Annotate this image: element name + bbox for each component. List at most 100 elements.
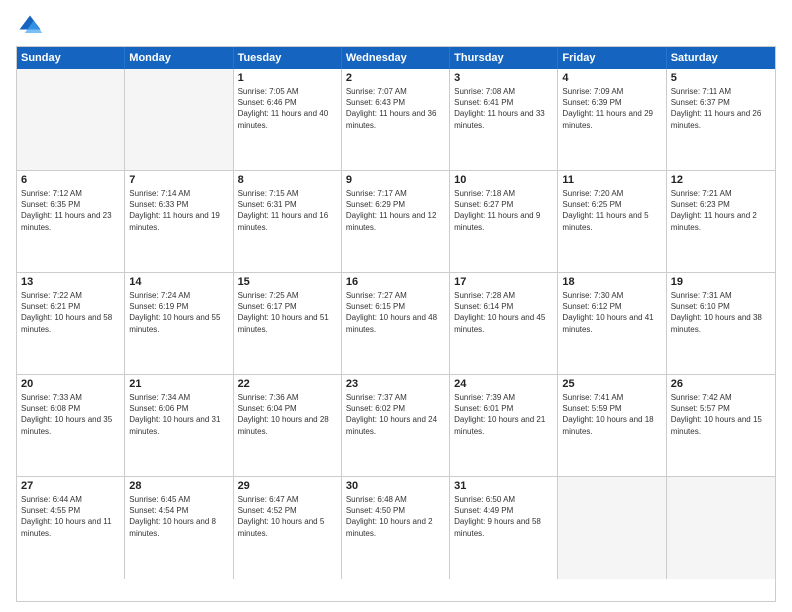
calendar-cell: 12 Sunrise: 7:21 AM Sunset: 6:23 PM Dayli… (667, 171, 775, 272)
weekday-header: Tuesday (234, 47, 342, 69)
calendar-cell: 31Sunrise: 6:50 AM Sunset: 4:49 PM Dayli… (450, 477, 558, 579)
day-number: 22 (238, 378, 337, 390)
day-number: 20 (21, 378, 120, 390)
day-info: Sunrise: 7:33 AM Sunset: 6:08 PM Dayligh… (21, 392, 120, 437)
calendar-header: SundayMondayTuesdayWednesdayThursdayFrid… (17, 47, 775, 69)
day-number: 1 (238, 72, 337, 84)
day-number: 24 (454, 378, 553, 390)
day-number: 9 (346, 174, 445, 186)
calendar-cell: 11 Sunrise: 7:20 AM Sunset: 6:25 PM Dayli… (558, 171, 666, 272)
weekday-header: Saturday (667, 47, 775, 69)
page: SundayMondayTuesdayWednesdayThursdayFrid… (0, 0, 792, 612)
day-number: 13 (21, 276, 120, 288)
day-number: 10 (454, 174, 553, 186)
weekday-header: Sunday (17, 47, 125, 69)
day-number: 6 (21, 174, 120, 186)
day-info: Sunrise: 7:11 AM Sunset: 6:37 PM Dayligh… (671, 86, 771, 131)
day-info: Sunrise: 7:07 AM Sunset: 6:43 PM Dayligh… (346, 86, 445, 131)
calendar-cell: 19 Sunrise: 7:31 AM Sunset: 6:10 PM Dayli… (667, 273, 775, 374)
day-number: 15 (238, 276, 337, 288)
day-info: Sunrise: 7:18 AM Sunset: 6:27 PM Dayligh… (454, 188, 553, 233)
day-info: Sunrise: 7:31 AM Sunset: 6:10 PM Dayligh… (671, 290, 771, 335)
calendar-cell: 17 Sunrise: 7:28 AM Sunset: 6:14 PM Dayli… (450, 273, 558, 374)
calendar-cell (125, 69, 233, 170)
day-info: Sunrise: 7:34 AM Sunset: 6:06 PM Dayligh… (129, 392, 228, 437)
day-number: 26 (671, 378, 771, 390)
day-number: 28 (129, 480, 228, 492)
calendar-cell: 2 Sunrise: 7:07 AM Sunset: 6:43 PM Daylig… (342, 69, 450, 170)
calendar-cell (17, 69, 125, 170)
weekday-header: Monday (125, 47, 233, 69)
calendar-cell: 6Sunrise: 7:12 AM Sunset: 6:35 PM Daylig… (17, 171, 125, 272)
header (16, 12, 776, 40)
calendar-cell: 1 Sunrise: 7:05 AM Sunset: 6:46 PM Daylig… (234, 69, 342, 170)
day-info: Sunrise: 7:17 AM Sunset: 6:29 PM Dayligh… (346, 188, 445, 233)
day-info: Sunrise: 7:42 AM Sunset: 5:57 PM Dayligh… (671, 392, 771, 437)
day-number: 5 (671, 72, 771, 84)
day-number: 30 (346, 480, 445, 492)
calendar: SundayMondayTuesdayWednesdayThursdayFrid… (16, 46, 776, 602)
calendar-cell: 18 Sunrise: 7:30 AM Sunset: 6:12 PM Dayli… (558, 273, 666, 374)
day-number: 7 (129, 174, 228, 186)
calendar-row: 1 Sunrise: 7:05 AM Sunset: 6:46 PM Daylig… (17, 69, 775, 171)
day-info: Sunrise: 7:08 AM Sunset: 6:41 PM Dayligh… (454, 86, 553, 131)
day-info: Sunrise: 7:25 AM Sunset: 6:17 PM Dayligh… (238, 290, 337, 335)
logo-icon (16, 12, 44, 40)
day-number: 29 (238, 480, 337, 492)
day-number: 11 (562, 174, 661, 186)
logo (16, 12, 48, 40)
calendar-cell: 20 Sunrise: 7:33 AM Sunset: 6:08 PM Dayli… (17, 375, 125, 476)
day-info: Sunrise: 7:21 AM Sunset: 6:23 PM Dayligh… (671, 188, 771, 233)
day-number: 25 (562, 378, 661, 390)
day-info: Sunrise: 7:05 AM Sunset: 6:46 PM Dayligh… (238, 86, 337, 131)
day-info: Sunrise: 6:48 AM Sunset: 4:50 PM Dayligh… (346, 494, 445, 539)
calendar-cell: 29 Sunrise: 6:47 AM Sunset: 4:52 PM Dayli… (234, 477, 342, 579)
day-info: Sunrise: 7:37 AM Sunset: 6:02 PM Dayligh… (346, 392, 445, 437)
day-number: 16 (346, 276, 445, 288)
day-number: 2 (346, 72, 445, 84)
weekday-header: Wednesday (342, 47, 450, 69)
calendar-cell: 21 Sunrise: 7:34 AM Sunset: 6:06 PM Dayli… (125, 375, 233, 476)
calendar-cell: 28 Sunrise: 6:45 AM Sunset: 4:54 PM Dayli… (125, 477, 233, 579)
day-number: 8 (238, 174, 337, 186)
day-info: Sunrise: 7:09 AM Sunset: 6:39 PM Dayligh… (562, 86, 661, 131)
day-number: 12 (671, 174, 771, 186)
calendar-cell: 10 Sunrise: 7:18 AM Sunset: 6:27 PM Dayli… (450, 171, 558, 272)
day-info: Sunrise: 7:14 AM Sunset: 6:33 PM Dayligh… (129, 188, 228, 233)
calendar-cell: 7 Sunrise: 7:14 AM Sunset: 6:33 PM Daylig… (125, 171, 233, 272)
calendar-cell (558, 477, 666, 579)
calendar-cell: 23 Sunrise: 7:37 AM Sunset: 6:02 PM Dayli… (342, 375, 450, 476)
calendar-cell: 26 Sunrise: 7:42 AM Sunset: 5:57 PM Dayli… (667, 375, 775, 476)
day-number: 14 (129, 276, 228, 288)
day-number: 23 (346, 378, 445, 390)
calendar-cell: 24 Sunrise: 7:39 AM Sunset: 6:01 PM Dayli… (450, 375, 558, 476)
day-info: Sunrise: 7:28 AM Sunset: 6:14 PM Dayligh… (454, 290, 553, 335)
day-info: Sunrise: 7:30 AM Sunset: 6:12 PM Dayligh… (562, 290, 661, 335)
day-number: 17 (454, 276, 553, 288)
day-info: Sunrise: 7:36 AM Sunset: 6:04 PM Dayligh… (238, 392, 337, 437)
day-info: Sunrise: 6:45 AM Sunset: 4:54 PM Dayligh… (129, 494, 228, 539)
day-number: 18 (562, 276, 661, 288)
day-number: 19 (671, 276, 771, 288)
day-info: Sunrise: 7:15 AM Sunset: 6:31 PM Dayligh… (238, 188, 337, 233)
calendar-row: 6Sunrise: 7:12 AM Sunset: 6:35 PM Daylig… (17, 171, 775, 273)
day-number: 3 (454, 72, 553, 84)
calendar-row: 20 Sunrise: 7:33 AM Sunset: 6:08 PM Dayli… (17, 375, 775, 477)
calendar-cell: 30 Sunrise: 6:48 AM Sunset: 4:50 PM Dayli… (342, 477, 450, 579)
weekday-header: Friday (558, 47, 666, 69)
day-info: Sunrise: 6:47 AM Sunset: 4:52 PM Dayligh… (238, 494, 337, 539)
day-info: Sunrise: 6:50 AM Sunset: 4:49 PM Dayligh… (454, 494, 553, 539)
day-info: Sunrise: 7:39 AM Sunset: 6:01 PM Dayligh… (454, 392, 553, 437)
day-info: Sunrise: 7:20 AM Sunset: 6:25 PM Dayligh… (562, 188, 661, 233)
calendar-cell: 3 Sunrise: 7:08 AM Sunset: 6:41 PM Daylig… (450, 69, 558, 170)
calendar-cell: 25Sunrise: 7:41 AM Sunset: 5:59 PM Dayli… (558, 375, 666, 476)
day-info: Sunrise: 6:44 AM Sunset: 4:55 PM Dayligh… (21, 494, 120, 539)
calendar-cell: 27Sunrise: 6:44 AM Sunset: 4:55 PM Dayli… (17, 477, 125, 579)
calendar-cell: 16Sunrise: 7:27 AM Sunset: 6:15 PM Dayli… (342, 273, 450, 374)
weekday-header: Thursday (450, 47, 558, 69)
calendar-cell (667, 477, 775, 579)
calendar-body: 1 Sunrise: 7:05 AM Sunset: 6:46 PM Daylig… (17, 69, 775, 579)
day-number: 21 (129, 378, 228, 390)
calendar-row: 27Sunrise: 6:44 AM Sunset: 4:55 PM Dayli… (17, 477, 775, 579)
day-number: 4 (562, 72, 661, 84)
